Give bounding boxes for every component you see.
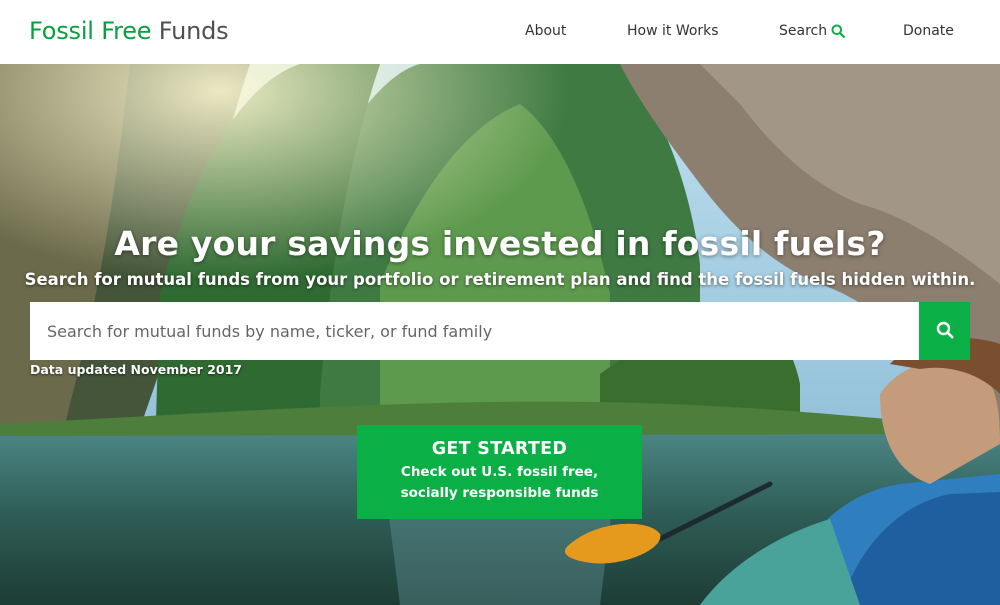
get-started-subtitle-line1: Check out U.S. fossil free,	[400, 464, 599, 480]
nav-how-it-works[interactable]: How it Works	[627, 23, 719, 39]
data-updated-note: Data updated November 2017	[30, 362, 242, 377]
get-started-title: GET STARTED	[431, 439, 568, 459]
nav-how-it-works-label: How it Works	[627, 23, 719, 39]
search-submit-button[interactable]	[919, 302, 970, 360]
get-started-button[interactable]: GET STARTED Check out U.S. fossil free, …	[357, 425, 642, 519]
nav-search[interactable]: Search	[779, 23, 846, 39]
search-icon	[831, 24, 846, 38]
hero-section: Are your savings invested in fossil fuel…	[0, 64, 1000, 605]
fund-search-input[interactable]	[30, 302, 919, 360]
hero-headline: Are your savings invested in fossil fuel…	[114, 224, 886, 263]
nav-donate-label: Donate	[903, 23, 954, 39]
nav-search-label: Search	[779, 23, 828, 39]
search-icon	[936, 321, 954, 342]
get-started-subtitle-line2: socially responsible funds	[400, 485, 599, 501]
hero-subheadline: Search for mutual funds from your portfo…	[24, 270, 976, 289]
get-started-subtitle: Check out U.S. fossil free, socially res…	[357, 462, 642, 504]
nav-donate[interactable]: Donate	[903, 23, 954, 39]
main-nav: About How it Works Search Donate	[0, 23, 1000, 43]
fund-search-bar	[30, 302, 970, 360]
site-header: Fossil Free Funds About How it Works Sea…	[0, 0, 1000, 64]
nav-about[interactable]: About	[525, 23, 566, 39]
nav-about-label: About	[525, 23, 567, 39]
